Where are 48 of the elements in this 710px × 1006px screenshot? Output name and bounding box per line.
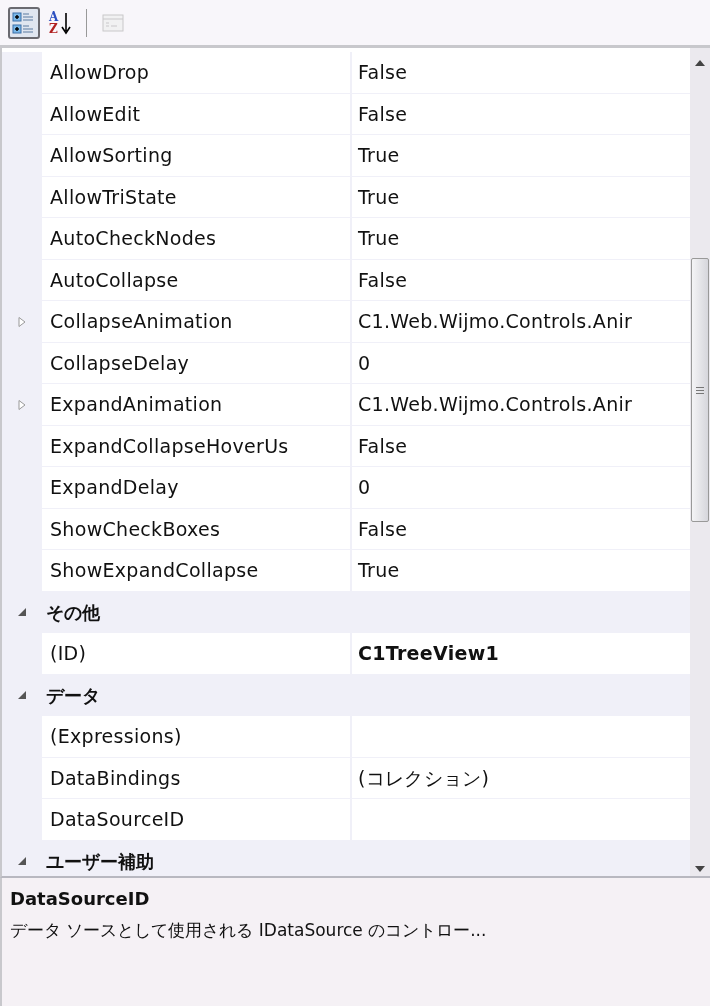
category-header[interactable]: その他 bbox=[42, 591, 100, 633]
property-value[interactable]: False bbox=[352, 259, 690, 301]
scroll-up-icon[interactable] bbox=[695, 60, 705, 66]
expand-icon[interactable] bbox=[17, 316, 27, 327]
property-value[interactable]: (コレクション) bbox=[352, 757, 690, 799]
property-name[interactable]: CollapseAnimation bbox=[42, 301, 352, 343]
property-name[interactable]: (ID) bbox=[42, 633, 352, 675]
collapse-icon[interactable] bbox=[17, 690, 27, 701]
scroll-thumb[interactable] bbox=[691, 258, 709, 522]
category-header[interactable]: ユーザー補助 bbox=[42, 840, 154, 876]
property-value[interactable]: False bbox=[352, 425, 690, 467]
property-name[interactable]: ShowExpandCollapse bbox=[42, 550, 352, 592]
property-value[interactable]: C1TreeView1 bbox=[352, 633, 690, 675]
property-value[interactable]: 0 bbox=[352, 467, 690, 509]
property-name[interactable]: ExpandAnimation bbox=[42, 384, 352, 426]
property-value[interactable]: False bbox=[352, 508, 690, 550]
property-name[interactable]: (Expressions) bbox=[42, 716, 352, 758]
property-name[interactable]: AllowEdit bbox=[42, 93, 352, 135]
alphabetical-sort-button[interactable]: A Z bbox=[44, 6, 76, 39]
property-name[interactable]: AllowSorting bbox=[42, 135, 352, 177]
property-name[interactable]: DataBindings bbox=[42, 757, 352, 799]
description-title: DataSourceID bbox=[10, 888, 151, 909]
property-value[interactable]: C1.Web.Wijmo.Controls.Anir bbox=[352, 301, 690, 343]
category-header[interactable]: データ bbox=[42, 674, 100, 716]
property-value[interactable]: False bbox=[352, 52, 690, 94]
expand-icon[interactable] bbox=[17, 399, 27, 410]
property-value[interactable]: True bbox=[352, 550, 690, 592]
property-name[interactable]: ExpandCollapseHoverUs bbox=[42, 425, 352, 467]
collapse-icon[interactable] bbox=[17, 607, 27, 618]
collapse-icon[interactable] bbox=[17, 856, 27, 867]
property-name[interactable]: AllowDrop bbox=[42, 52, 352, 94]
property-name[interactable]: AutoCollapse bbox=[42, 259, 352, 301]
categorized-view-button[interactable] bbox=[8, 6, 40, 39]
property-name[interactable]: AutoCheckNodes bbox=[42, 218, 352, 260]
property-name[interactable]: AllowTriState bbox=[42, 176, 352, 218]
scrollbar[interactable] bbox=[690, 48, 710, 876]
description-text: データ ソースとして使用される IDataSource のコントロー... bbox=[10, 919, 488, 942]
property-name[interactable]: DataSourceID bbox=[42, 799, 352, 841]
property-name[interactable]: ExpandDelay bbox=[42, 467, 352, 509]
property-name[interactable]: CollapseDelay bbox=[42, 342, 352, 384]
property-value[interactable]: True bbox=[352, 176, 690, 218]
property-name[interactable]: ShowCheckBoxes bbox=[42, 508, 352, 550]
property-value[interactable]: True bbox=[352, 135, 690, 177]
scroll-down-icon[interactable] bbox=[695, 866, 705, 872]
property-value[interactable]: 0 bbox=[352, 342, 690, 384]
property-value[interactable]: False bbox=[352, 93, 690, 135]
property-value[interactable]: C1.Web.Wijmo.Controls.Anir bbox=[352, 384, 690, 426]
property-value[interactable]: True bbox=[352, 218, 690, 260]
